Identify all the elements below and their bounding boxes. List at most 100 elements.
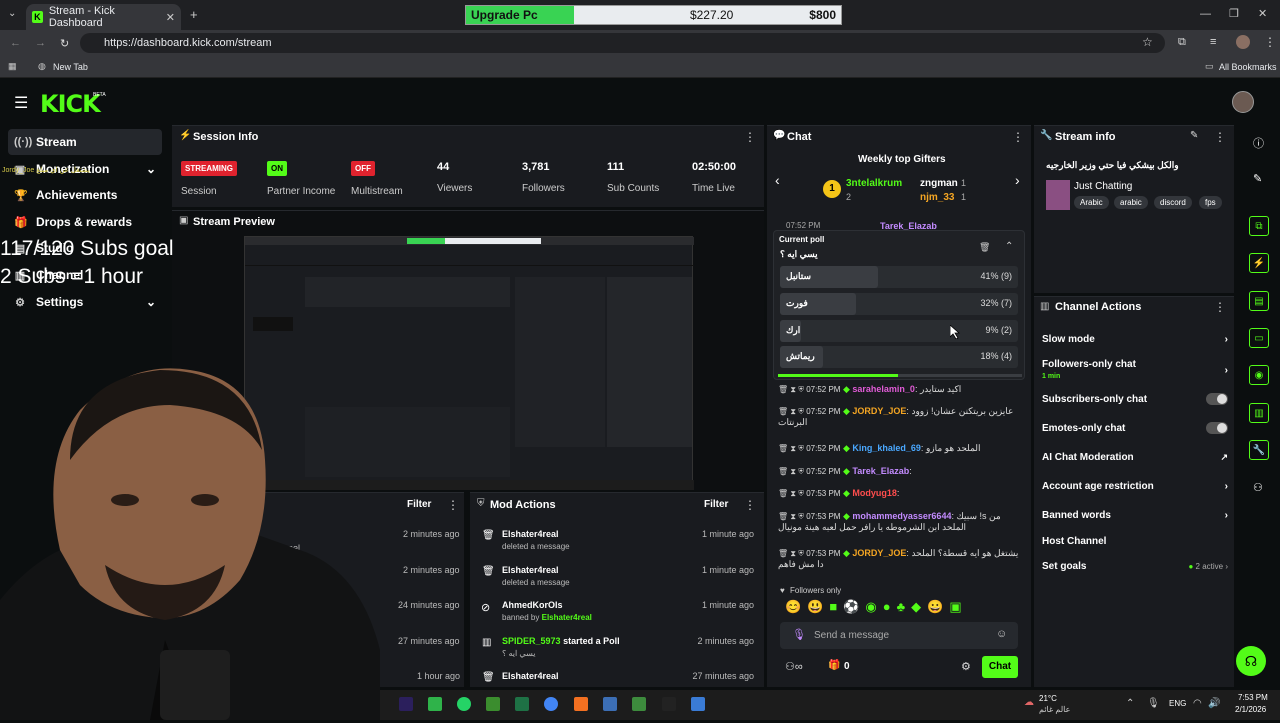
extensions-icon[interactable]: ⧉ xyxy=(1178,36,1186,49)
chat-username[interactable]: Modyug18 xyxy=(852,488,897,498)
tag-chip[interactable]: arabic xyxy=(1114,196,1148,209)
close-tab-icon[interactable]: ✕ xyxy=(166,11,175,24)
maximize-icon[interactable]: ❐ xyxy=(1229,7,1239,20)
prev-arrow-icon[interactable]: ‹ xyxy=(775,172,780,188)
rail-stream-icon[interactable]: ◉ xyxy=(1249,365,1269,385)
subscribers-only-row[interactable]: Subscribers-only chat xyxy=(1042,393,1228,405)
language-indicator[interactable]: ENG xyxy=(1169,699,1186,708)
app-icon[interactable] xyxy=(632,697,646,711)
hamburger-menu-icon[interactable]: ☰ xyxy=(14,93,28,113)
subscribers-only-toggle[interactable] xyxy=(1206,393,1228,405)
window-close-icon[interactable]: ✕ xyxy=(1258,7,1267,20)
layout-icon[interactable]: ⚇ xyxy=(1253,481,1263,494)
followers-only-row[interactable]: Followers-only chat 1 min › xyxy=(1042,359,1228,381)
slow-mode-row[interactable]: Slow mode › xyxy=(1042,334,1228,345)
gifter-name[interactable]: njm_33 xyxy=(920,192,954,203)
sidebar-item-settings[interactable]: ⚙ Settings ⌄ xyxy=(8,289,162,315)
category-name[interactable]: Just Chatting xyxy=(1074,181,1132,192)
forward-icon[interactable]: → xyxy=(35,37,46,49)
host-channel-row[interactable]: Host Channel xyxy=(1042,536,1228,547)
emote-icon[interactable]: ⚽ xyxy=(843,599,859,617)
rail-list-icon[interactable]: ▥ xyxy=(1249,403,1269,423)
emote-icon[interactable]: 😃 xyxy=(807,599,823,617)
stream-info-menu-icon[interactable]: ⋮ xyxy=(1214,130,1226,144)
next-arrow-icon[interactable]: › xyxy=(1015,172,1020,188)
gifter-name[interactable]: zngman xyxy=(920,178,958,189)
back-icon[interactable]: ← xyxy=(10,37,21,49)
chevron-up-icon[interactable]: ⌃ xyxy=(1005,241,1013,252)
chat-menu-icon[interactable]: ⋮ xyxy=(1012,130,1024,144)
app-icon[interactable] xyxy=(428,697,442,711)
microphone-icon[interactable]: 🎙 xyxy=(792,628,806,641)
epic-games-icon[interactable] xyxy=(662,697,676,711)
tag-chip[interactable]: discord xyxy=(1154,196,1192,209)
info-icon[interactable]: ⓘ xyxy=(1253,135,1264,151)
emotes-only-row[interactable]: Emotes-only chat xyxy=(1042,422,1228,434)
banned-words-row[interactable]: Banned words › xyxy=(1042,510,1228,521)
emotes-only-toggle[interactable] xyxy=(1206,422,1228,434)
sidebar-item-achievements[interactable]: 🏆 Achievements xyxy=(8,182,162,208)
chrome-icon[interactable] xyxy=(544,697,558,711)
poll-option[interactable]: ريماتش 18% (4) xyxy=(780,346,1018,368)
set-goals-row[interactable]: Set goals ● 2 active › xyxy=(1042,561,1228,572)
poll-option[interactable]: ستانبل 41% (9) xyxy=(780,266,1018,288)
emote-icon[interactable]: 😊 xyxy=(785,599,801,617)
tag-chip[interactable]: fps xyxy=(1199,196,1222,209)
rail-bolt-icon[interactable]: ⚡ xyxy=(1249,253,1269,273)
edit-icon[interactable]: ✎ xyxy=(1253,172,1262,185)
mod-tools-icon[interactable]: 🗑 ⧗ ⛨ xyxy=(778,407,806,416)
gifter-name[interactable]: 3ntelalkrum xyxy=(846,178,902,189)
rail-doc-icon[interactable]: ▤ xyxy=(1249,291,1269,311)
chat-input-box[interactable]: 🎙 Send a message ☺ xyxy=(780,622,1018,649)
url-input[interactable]: https://dashboard.kick.com/stream xyxy=(80,33,1165,53)
minecraft-icon[interactable] xyxy=(486,697,500,711)
media-icon[interactable]: ≡ xyxy=(1210,36,1216,48)
kick-logo[interactable]: KICK xyxy=(40,90,101,118)
emoji-icon[interactable]: ☺ xyxy=(996,628,1007,640)
poll-option[interactable]: ارك 9% (2) xyxy=(780,320,1018,342)
mod-filter-button[interactable]: Filter xyxy=(704,499,728,510)
chat-username[interactable]: King_khaled_69 xyxy=(852,443,921,453)
emote-icon[interactable]: 😀 xyxy=(927,599,943,617)
trash-icon[interactable]: 🗑 xyxy=(979,242,990,253)
rail-chat-icon[interactable]: ▭ xyxy=(1249,328,1269,348)
settings-icon[interactable] xyxy=(603,697,617,711)
support-headset-icon[interactable]: ☊ xyxy=(1236,646,1266,676)
sidebar-item-drops[interactable]: 🎁 Drops & rewards xyxy=(8,209,162,235)
mod-tools-icon[interactable]: 🗑 ⧗ ⛨ xyxy=(778,444,806,453)
emote-icon[interactable]: ● xyxy=(883,599,891,617)
feed-filter-button[interactable]: Filter xyxy=(407,499,431,510)
mod-tools-icon[interactable]: 🗑 ⧗ ⛨ xyxy=(778,385,806,394)
send-chat-button[interactable]: Chat xyxy=(982,656,1018,678)
rail-wrench-icon[interactable]: 🔧 xyxy=(1249,440,1269,460)
premiere-icon[interactable] xyxy=(399,697,413,711)
edit-pencil-icon[interactable]: ✎ xyxy=(1190,130,1198,141)
sidebar-item-stream[interactable]: ((·)) Stream xyxy=(8,129,162,155)
bookmark-star-icon[interactable]: ☆ xyxy=(1142,35,1153,49)
chat-username[interactable]: sarahelamin_0 xyxy=(852,384,915,394)
chat-username[interactable]: Tarek_Elazab xyxy=(880,221,937,231)
tray-chevron-icon[interactable]: ⌃ xyxy=(1126,698,1134,709)
emote-icon[interactable]: ♣ xyxy=(897,599,906,617)
profile-avatar[interactable] xyxy=(1236,35,1250,49)
account-age-row[interactable]: Account age restriction › xyxy=(1042,481,1228,492)
mod-tools-icon[interactable]: 🗑 ⧗ ⛨ xyxy=(778,467,806,476)
apps-grid-icon[interactable]: ▦ xyxy=(8,61,17,72)
minimize-icon[interactable]: — xyxy=(1200,8,1211,20)
rail-button-icon[interactable]: ⧉ xyxy=(1249,216,1269,236)
mod-tools-icon[interactable]: 🗑 ⧗ ⛨ xyxy=(778,489,806,498)
mod-tools-icon[interactable]: 🗑 ⧗ ⛨ xyxy=(778,512,806,521)
all-bookmarks[interactable]: All Bookmarks xyxy=(1219,62,1277,72)
ai-moderation-row[interactable]: AI Chat Moderation ↗ xyxy=(1042,452,1228,463)
whatsapp-icon[interactable] xyxy=(457,697,471,711)
emote-icon[interactable]: ◉ xyxy=(865,599,876,617)
chat-username[interactable]: JORDY_JOE xyxy=(852,406,906,416)
emote-icon[interactable]: ■ xyxy=(829,599,837,617)
mod-tools-icon[interactable]: 🗑 ⧗ ⛨ xyxy=(778,549,806,558)
chat-username[interactable]: Tarek_Elazab xyxy=(852,466,909,476)
session-menu-icon[interactable]: ⋮ xyxy=(744,130,756,144)
browser-menu-icon[interactable]: ⋮ xyxy=(1264,35,1276,49)
bookmark-new-tab[interactable]: New Tab xyxy=(53,62,88,72)
chat-settings-icon[interactable]: ⚙ xyxy=(961,660,971,673)
poll-option[interactable]: فورت 32% (7) xyxy=(780,293,1018,315)
